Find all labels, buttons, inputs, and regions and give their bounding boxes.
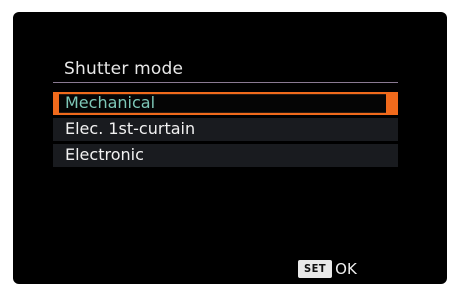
set-ok-button[interactable]: SET OK xyxy=(298,258,357,280)
option-electronic[interactable]: Electronic xyxy=(53,144,398,167)
option-mechanical[interactable]: Mechanical xyxy=(53,92,398,115)
option-label: Elec. 1st-curtain xyxy=(65,119,196,138)
menu-title: Shutter mode xyxy=(64,59,184,79)
ok-label: OK xyxy=(335,260,357,278)
camera-menu-screen: Shutter mode Mechanical Elec. 1st-curtai… xyxy=(13,12,447,284)
selection-marker-right xyxy=(386,92,398,115)
option-label: Mechanical xyxy=(65,93,156,112)
option-label: Electronic xyxy=(65,145,144,164)
selection-marker-left xyxy=(53,92,59,115)
option-elec-1st-curtain[interactable]: Elec. 1st-curtain xyxy=(53,118,398,141)
title-divider xyxy=(53,82,398,83)
set-button-icon: SET xyxy=(298,260,333,278)
